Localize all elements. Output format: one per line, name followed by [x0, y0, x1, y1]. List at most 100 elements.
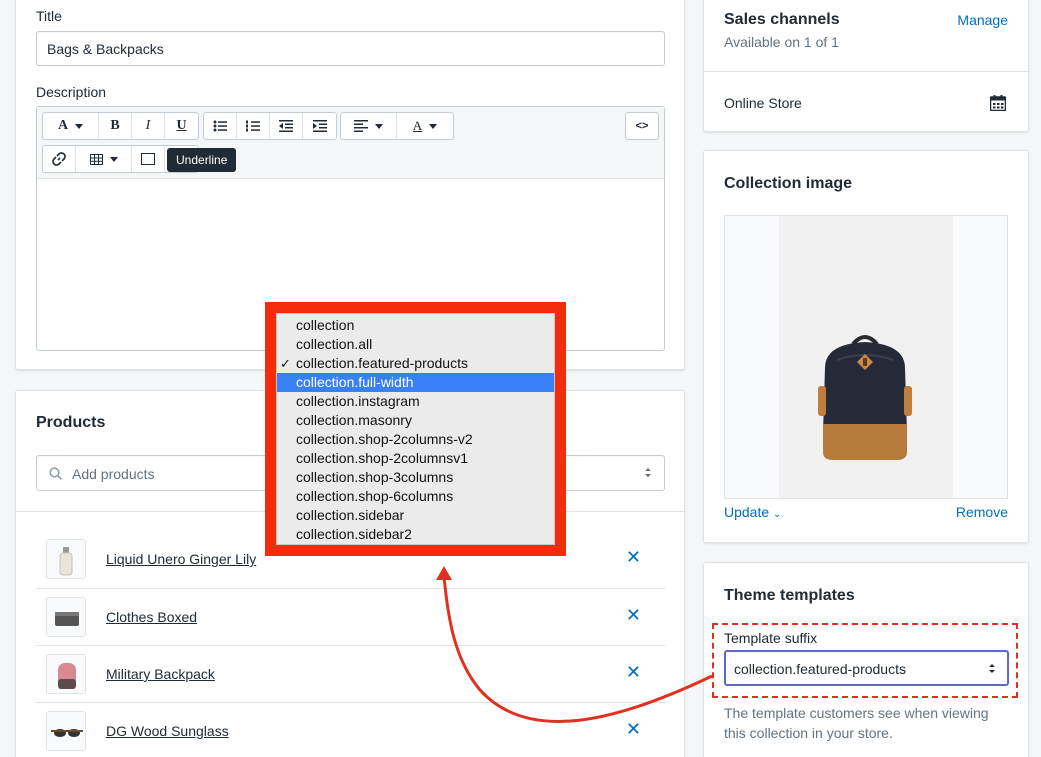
remove-icon[interactable]: ✕ — [626, 720, 641, 738]
dropdown-option-label: collection.featured-products — [296, 355, 468, 371]
align-button[interactable] — [341, 113, 397, 139]
manage-link[interactable]: Manage — [957, 12, 1008, 28]
product-row: Military Backpack ✕ — [36, 645, 665, 702]
update-image-link[interactable]: Update ⌄ — [724, 504, 781, 520]
text-color-button[interactable]: A — [397, 113, 453, 139]
indent-icon — [312, 120, 327, 132]
align-group: A — [340, 112, 454, 140]
add-products-placeholder: Add products — [72, 466, 155, 482]
dropdown-option-label: collection.shop-2columnsv1 — [296, 450, 468, 466]
collection-image-card: Collection image Update ⌄ Remove — [703, 150, 1029, 543]
dropdown-option-label: collection.shop-2columns-v2 — [296, 431, 473, 447]
sales-channels-heading: Sales channels — [724, 11, 840, 28]
link-icon — [52, 152, 66, 166]
dropdown-option-label: collection.sidebar — [296, 507, 405, 523]
image-icon — [141, 153, 155, 165]
chevron-down-icon: ⌄ — [773, 509, 782, 520]
product-link[interactable]: Clothes Boxed — [106, 609, 197, 625]
text-color-icon: A — [412, 118, 423, 133]
italic-button[interactable]: I — [132, 113, 165, 139]
dropdown-option[interactable]: collection.all — [277, 335, 554, 354]
update-label: Update — [724, 504, 770, 520]
numbered-list-icon — [246, 120, 260, 132]
dropdown-option[interactable]: collection.shop-2columnsv1 — [277, 449, 554, 468]
product-thumbnail — [46, 539, 86, 579]
dropdown-option-label: collection.shop-3columns — [296, 469, 454, 485]
outdent-icon — [279, 120, 293, 132]
remove-icon[interactable]: ✕ — [626, 548, 641, 566]
availability-text: Available on 1 of 1 — [724, 34, 839, 50]
chevron-down-icon — [75, 123, 84, 129]
backpack-image — [818, 335, 912, 460]
product-row: DG Wood Sunglass ✕ — [36, 702, 665, 757]
table-icon — [89, 153, 103, 165]
dropdown-option-label: collection.shop-6columns — [296, 488, 454, 504]
html-toggle-button[interactable]: <> — [626, 113, 658, 139]
collection-image-heading: Collection image — [724, 175, 853, 192]
chevron-down-icon — [375, 123, 383, 129]
remove-icon[interactable]: ✕ — [626, 663, 641, 681]
template-help-text: The template customers see when viewing … — [724, 705, 989, 741]
dropdown-option-label: collection — [296, 317, 355, 333]
remove-image-link[interactable]: Remove — [956, 504, 1008, 520]
search-icon — [49, 467, 62, 480]
theme-templates-heading: Theme templates — [724, 587, 855, 604]
product-link[interactable]: Liquid Unero Ginger Lily — [106, 551, 256, 567]
annotation-dashed-box — [712, 623, 1018, 698]
link-button[interactable] — [43, 146, 76, 172]
align-left-icon — [354, 120, 368, 132]
chevron-down-icon — [429, 123, 438, 129]
indent-button[interactable] — [303, 113, 336, 139]
select-arrows-icon — [645, 468, 651, 477]
dropdown-option-highlighted[interactable]: collection.full-width — [277, 373, 554, 392]
template-dropdown-menu: collection collection.all ✓ collection.fe… — [276, 313, 555, 545]
image-button[interactable] — [132, 146, 165, 172]
font-icon: A — [57, 118, 69, 133]
bullet-list-icon — [213, 120, 227, 132]
product-link[interactable]: Military Backpack — [106, 666, 215, 682]
dropdown-option[interactable]: collection — [277, 316, 554, 335]
description-label: Description — [36, 84, 107, 100]
title-input-value: Bags & Backpacks — [47, 41, 164, 57]
checkmark-icon: ✓ — [280, 356, 291, 371]
product-thumbnail — [46, 711, 86, 751]
dropdown-option[interactable]: collection.shop-6columns — [277, 487, 554, 506]
dropdown-option[interactable]: collection.masonry — [277, 411, 554, 430]
html-group: <> — [625, 112, 659, 140]
dropdown-option-label: collection.masonry — [296, 412, 412, 428]
title-label: Title — [36, 8, 62, 24]
dropdown-option[interactable]: collection.shop-2columns-v2 — [277, 430, 554, 449]
dropdown-option[interactable]: collection.shop-3columns — [277, 468, 554, 487]
collection-image — [779, 216, 953, 498]
title-input[interactable]: Bags & Backpacks — [36, 31, 665, 66]
table-button[interactable] — [76, 146, 132, 172]
product-row: Clothes Boxed ✕ — [36, 588, 665, 645]
dropdown-option-label: collection.instagram — [296, 393, 420, 409]
product-thumbnail — [46, 654, 86, 694]
font-group: A B I U — [42, 112, 199, 140]
collection-image-frame — [724, 215, 1008, 499]
numbered-list-button[interactable] — [237, 113, 270, 139]
font-style-button[interactable]: A — [43, 113, 99, 139]
bold-button[interactable]: B — [99, 113, 132, 139]
template-dropdown-highlight: collection collection.all ✓ collection.fe… — [265, 302, 566, 556]
products-heading: Products — [36, 414, 106, 431]
underline-tooltip: Underline — [167, 148, 237, 172]
sales-channels-card: Sales channels Manage Available on 1 of … — [703, 0, 1029, 132]
dropdown-option-selected[interactable]: ✓ collection.featured-products — [277, 354, 554, 373]
chevron-down-icon — [109, 156, 118, 162]
divider — [704, 71, 1028, 72]
outdent-button[interactable] — [270, 113, 303, 139]
product-link[interactable]: DG Wood Sunglass — [106, 723, 229, 739]
bullet-list-button[interactable] — [204, 113, 237, 139]
calendar-icon[interactable] — [990, 95, 1006, 111]
remove-icon[interactable]: ✕ — [626, 606, 641, 624]
underline-button[interactable]: U — [165, 113, 198, 139]
dropdown-option[interactable]: collection.instagram — [277, 392, 554, 411]
channel-name: Online Store — [724, 95, 802, 111]
dropdown-option-label: collection.all — [296, 336, 373, 352]
dropdown-option[interactable]: collection.sidebar — [277, 506, 554, 525]
dropdown-option[interactable]: collection.sidebar2 — [277, 525, 554, 544]
product-thumbnail — [46, 597, 86, 637]
editor-toolbar: A B I U A <> Underline — [37, 107, 664, 179]
